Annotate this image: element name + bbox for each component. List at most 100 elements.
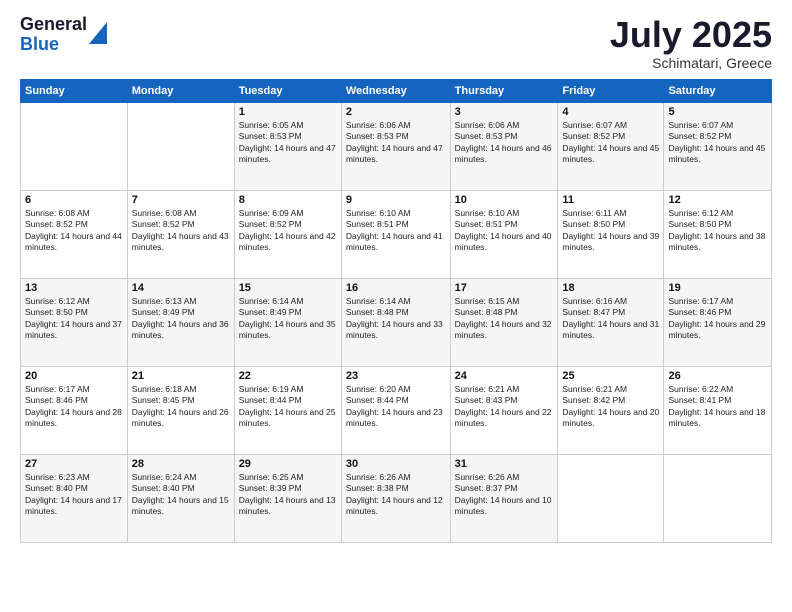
title-block: July 2025 Schimatari, Greece (610, 15, 772, 71)
day-number: 22 (239, 370, 337, 382)
header-thursday: Thursday (450, 79, 558, 102)
table-row: 23Sunrise: 6:20 AMSunset: 8:44 PMDayligh… (341, 366, 450, 454)
logo-general: General (20, 15, 87, 35)
day-number: 3 (455, 106, 554, 118)
location: Schimatari, Greece (610, 55, 772, 71)
header: General Blue July 2025 Schimatari, Greec… (20, 15, 772, 71)
day-info: Sunrise: 6:24 AMSunset: 8:40 PMDaylight:… (132, 472, 230, 518)
calendar-week-4: 20 Sunrise: 6:17 AMSunset: 8:46 PMDayligh… (21, 366, 772, 454)
day-number: 13 (25, 282, 123, 294)
day-number: 26 (668, 370, 767, 382)
day-info: Sunrise: 6:15 AMSunset: 8:48 PMDaylight:… (455, 296, 554, 342)
day-number: 21 (132, 370, 230, 382)
day-number: 5 (668, 106, 767, 118)
header-saturday: Saturday (664, 79, 772, 102)
calendar-week-5: 27 Sunrise: 6:23 AMSunset: 8:40 PMDayligh… (21, 454, 772, 542)
calendar-week-1: 1Sunrise: 6:05 AMSunset: 8:53 PMDaylight… (21, 102, 772, 190)
day-info: Sunrise: 6:22 AMSunset: 8:41 PMDaylight:… (668, 384, 767, 430)
table-row: 25 Sunrise: 6:21 AMSunset: 8:42 PMDayligh… (558, 366, 664, 454)
logo-icon (89, 22, 107, 44)
table-row: 15 Sunrise: 6:14 AMSunset: 8:49 PMDayligh… (234, 278, 341, 366)
day-info: Sunrise: 6:16 AMSunset: 8:47 PMDaylight:… (562, 296, 659, 342)
table-row: 18 Sunrise: 6:16 AMSunset: 8:47 PMDayligh… (558, 278, 664, 366)
table-row: 1Sunrise: 6:05 AMSunset: 8:53 PMDaylight… (234, 102, 341, 190)
header-tuesday: Tuesday (234, 79, 341, 102)
table-row: 22 Sunrise: 6:19 AMSunset: 8:44 PMDayligh… (234, 366, 341, 454)
day-number: 14 (132, 282, 230, 294)
day-info: Sunrise: 6:13 AMSunset: 8:49 PMDaylight:… (132, 296, 230, 342)
table-row: 19 Sunrise: 6:17 AMSunset: 8:46 PMDayligh… (664, 278, 772, 366)
day-info: Sunrise: 6:08 AMSunset: 8:52 PMDaylight:… (25, 208, 123, 254)
table-row: 12 Sunrise: 6:12 AMSunset: 8:50 PMDayligh… (664, 190, 772, 278)
day-number: 17 (455, 282, 554, 294)
day-info: Sunrise: 6:17 AMSunset: 8:46 PMDaylight:… (25, 384, 123, 430)
table-row: 5Sunrise: 6:07 AMSunset: 8:52 PMDaylight… (664, 102, 772, 190)
table-row: 27 Sunrise: 6:23 AMSunset: 8:40 PMDayligh… (21, 454, 128, 542)
table-row: 31 Sunrise: 6:26 AMSunset: 8:37 PMDayligh… (450, 454, 558, 542)
table-row: 7Sunrise: 6:08 AMSunset: 8:52 PMDaylight… (127, 190, 234, 278)
day-number: 16 (346, 282, 446, 294)
day-info: Sunrise: 6:21 AMSunset: 8:42 PMDaylight:… (562, 384, 659, 430)
calendar-week-3: 13 Sunrise: 6:12 AMSunset: 8:50 PMDayligh… (21, 278, 772, 366)
table-row: 14 Sunrise: 6:13 AMSunset: 8:49 PMDayligh… (127, 278, 234, 366)
day-info: Sunrise: 6:10 AMSunset: 8:51 PMDaylight:… (455, 208, 554, 254)
day-number: 8 (239, 194, 337, 206)
day-info: Sunrise: 6:25 AMSunset: 8:39 PMDaylight:… (239, 472, 337, 518)
table-row (664, 454, 772, 542)
calendar-header-row: Sunday Monday Tuesday Wednesday Thursday… (21, 79, 772, 102)
table-row: 4Sunrise: 6:07 AMSunset: 8:52 PMDaylight… (558, 102, 664, 190)
day-number: 29 (239, 458, 337, 470)
day-info: Sunrise: 6:17 AMSunset: 8:46 PMDaylight:… (668, 296, 767, 342)
table-row: 3 Sunrise: 6:06 AMSunset: 8:53 PMDaylight… (450, 102, 558, 190)
day-number: 15 (239, 282, 337, 294)
table-row: 26 Sunrise: 6:22 AMSunset: 8:41 PMDayligh… (664, 366, 772, 454)
table-row: 30Sunrise: 6:26 AMSunset: 8:38 PMDayligh… (341, 454, 450, 542)
calendar-week-2: 6 Sunrise: 6:08 AMSunset: 8:52 PMDaylight… (21, 190, 772, 278)
day-number: 6 (25, 194, 123, 206)
table-row: 24Sunrise: 6:21 AMSunset: 8:43 PMDayligh… (450, 366, 558, 454)
day-number: 27 (25, 458, 123, 470)
day-info: Sunrise: 6:08 AMSunset: 8:52 PMDaylight:… (132, 208, 230, 254)
logo-blue: Blue (20, 35, 87, 55)
day-info: Sunrise: 6:06 AMSunset: 8:53 PMDaylight:… (455, 120, 554, 166)
day-number: 31 (455, 458, 554, 470)
table-row: 21 Sunrise: 6:18 AMSunset: 8:45 PMDayligh… (127, 366, 234, 454)
table-row: 16 Sunrise: 6:14 AMSunset: 8:48 PMDayligh… (341, 278, 450, 366)
month-title: July 2025 (610, 15, 772, 55)
day-info: Sunrise: 6:19 AMSunset: 8:44 PMDaylight:… (239, 384, 337, 430)
day-info: Sunrise: 6:12 AMSunset: 8:50 PMDaylight:… (668, 208, 767, 254)
day-number: 10 (455, 194, 554, 206)
table-row (127, 102, 234, 190)
day-info: Sunrise: 6:10 AMSunset: 8:51 PMDaylight:… (346, 208, 446, 254)
table-row: 13 Sunrise: 6:12 AMSunset: 8:50 PMDayligh… (21, 278, 128, 366)
day-number: 24 (455, 370, 554, 382)
table-row: 2Sunrise: 6:06 AMSunset: 8:53 PMDaylight… (341, 102, 450, 190)
day-number: 12 (668, 194, 767, 206)
day-info: Sunrise: 6:23 AMSunset: 8:40 PMDaylight:… (25, 472, 123, 518)
header-friday: Friday (558, 79, 664, 102)
day-info: Sunrise: 6:12 AMSunset: 8:50 PMDaylight:… (25, 296, 123, 342)
day-number: 20 (25, 370, 123, 382)
day-number: 18 (562, 282, 659, 294)
day-number: 9 (346, 194, 446, 206)
table-row: 17 Sunrise: 6:15 AMSunset: 8:48 PMDayligh… (450, 278, 558, 366)
table-row: 9 Sunrise: 6:10 AMSunset: 8:51 PMDaylight… (341, 190, 450, 278)
table-row: 29 Sunrise: 6:25 AMSunset: 8:39 PMDayligh… (234, 454, 341, 542)
day-number: 1 (239, 106, 337, 118)
table-row (21, 102, 128, 190)
day-info: Sunrise: 6:14 AMSunset: 8:49 PMDaylight:… (239, 296, 337, 342)
table-row: 8Sunrise: 6:09 AMSunset: 8:52 PMDaylight… (234, 190, 341, 278)
day-info: Sunrise: 6:14 AMSunset: 8:48 PMDaylight:… (346, 296, 446, 342)
day-number: 19 (668, 282, 767, 294)
page: General Blue July 2025 Schimatari, Greec… (0, 0, 792, 612)
day-number: 30 (346, 458, 446, 470)
day-info: Sunrise: 6:26 AMSunset: 8:37 PMDaylight:… (455, 472, 554, 518)
table-row: 28Sunrise: 6:24 AMSunset: 8:40 PMDayligh… (127, 454, 234, 542)
day-info: Sunrise: 6:06 AMSunset: 8:53 PMDaylight:… (346, 120, 446, 166)
header-monday: Monday (127, 79, 234, 102)
day-number: 4 (562, 106, 659, 118)
header-wednesday: Wednesday (341, 79, 450, 102)
day-number: 25 (562, 370, 659, 382)
logo: General Blue (20, 15, 107, 55)
day-info: Sunrise: 6:18 AMSunset: 8:45 PMDaylight:… (132, 384, 230, 430)
